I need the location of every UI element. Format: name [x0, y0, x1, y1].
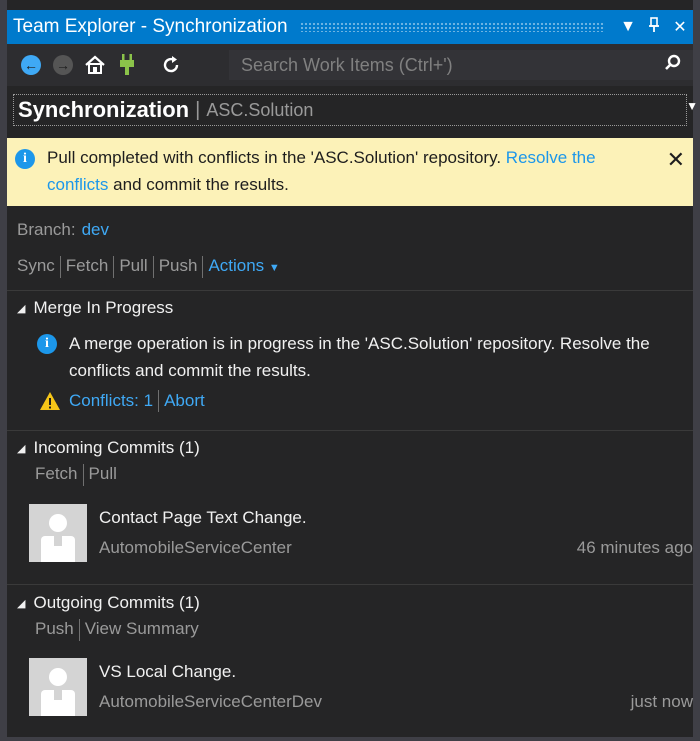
pull-link[interactable]: Pull — [119, 256, 147, 278]
window-title: Team Explorer - Synchronization — [13, 16, 288, 37]
merge-message: i A merge operation is in progress in th… — [37, 330, 669, 384]
section-divider — [7, 430, 693, 431]
actions-menu[interactable]: Actions ▼ — [208, 256, 279, 278]
commit-time: just now — [630, 692, 693, 711]
divider — [152, 256, 154, 278]
chevron-down-icon: ▼ — [268, 262, 280, 274]
connect-button[interactable] — [111, 49, 143, 81]
conflicts-row: Conflicts: 1 Abort — [39, 390, 205, 412]
info-icon: i — [15, 149, 35, 169]
page-selector-dropdown[interactable]: Synchronization | ASC.Solution ▼ — [13, 94, 698, 126]
push-link[interactable]: Push — [159, 256, 198, 278]
header-separator: | — [195, 98, 201, 121]
section-divider — [7, 290, 693, 291]
commit-author: AutomobileServiceCenterDev — [99, 692, 322, 711]
collapse-triangle-icon[interactable]: ◢ — [17, 442, 25, 455]
commit-time: 46 minutes ago — [576, 538, 693, 557]
pin-icon[interactable] — [641, 16, 667, 38]
title-bar-grip[interactable] — [299, 22, 605, 32]
chevron-down-icon[interactable]: ▼ — [686, 99, 698, 113]
outgoing-section-title: Outgoing Commits (1) — [33, 593, 200, 612]
incoming-section-title: Incoming Commits (1) — [33, 438, 200, 457]
sync-link[interactable]: Sync — [17, 256, 55, 278]
divider — [82, 464, 84, 486]
close-notification-icon[interactable]: ✕ — [667, 146, 685, 173]
outgoing-push-link[interactable]: Push — [35, 619, 74, 641]
abort-link[interactable]: Abort — [164, 391, 205, 411]
title-bar: Team Explorer - Synchronization ▼ ✕ — [7, 10, 693, 44]
back-button[interactable]: ← — [15, 49, 47, 81]
forward-arrow-icon: → — [53, 55, 73, 75]
home-button[interactable] — [79, 49, 111, 81]
dropdown-arrow-icon[interactable]: ▼ — [615, 18, 641, 36]
search-box[interactable]: Search Work Items (Ctrl+') — [229, 50, 693, 80]
plug-icon — [120, 54, 134, 75]
collapse-triangle-icon[interactable]: ◢ — [17, 302, 25, 315]
refresh-button[interactable] — [155, 49, 187, 81]
notification-message-end: and commit the results. — [113, 175, 289, 194]
notification-bar: i Pull completed with conflicts in the '… — [7, 138, 693, 206]
close-icon[interactable]: ✕ — [667, 17, 693, 37]
back-arrow-icon: ← — [21, 55, 41, 75]
repository-name: ASC.Solution — [206, 99, 314, 120]
search-icon[interactable] — [653, 54, 693, 77]
incoming-fetch-link[interactable]: Fetch — [35, 464, 78, 486]
commit-item[interactable]: Contact Page Text Change. AutomobileServ… — [29, 504, 693, 566]
conflicts-link[interactable]: Conflicts: 1 — [69, 391, 153, 411]
forward-button[interactable]: → — [47, 49, 79, 81]
outgoing-actions: Push View Summary — [35, 619, 199, 641]
search-input[interactable]: Search Work Items (Ctrl+') — [229, 55, 653, 76]
divider — [59, 256, 61, 278]
divider — [202, 256, 204, 278]
fetch-link[interactable]: Fetch — [66, 256, 109, 278]
section-divider — [7, 584, 693, 585]
divider — [158, 390, 160, 412]
divider — [113, 256, 115, 278]
team-explorer-window: Team Explorer - Synchronization ▼ ✕ ← → … — [0, 0, 700, 741]
outgoing-section-header[interactable]: ◢ Outgoing Commits (1) — [17, 593, 200, 613]
collapse-triangle-icon[interactable]: ◢ — [17, 597, 25, 610]
notification-text: Pull completed with conflicts in the 'AS… — [47, 144, 647, 198]
commit-item[interactable]: VS Local Change. AutomobileServiceCenter… — [29, 658, 693, 720]
divider — [78, 619, 80, 641]
incoming-pull-link[interactable]: Pull — [89, 464, 117, 486]
avatar — [29, 504, 87, 562]
merge-message-text: A merge operation is in progress in the … — [69, 334, 650, 380]
refresh-icon — [163, 56, 179, 73]
commit-message: VS Local Change. — [99, 662, 237, 681]
page-title: Synchronization — [18, 97, 190, 122]
incoming-actions: Fetch Pull — [35, 464, 117, 486]
view-summary-link[interactable]: View Summary — [85, 619, 199, 641]
branch-link[interactable]: dev — [82, 220, 109, 239]
home-icon — [85, 55, 105, 74]
sync-actions: Sync Fetch Pull Push Actions ▼ — [17, 256, 280, 278]
branch-label: Branch: — [17, 220, 76, 239]
commit-message: Contact Page Text Change. — [99, 508, 307, 527]
warning-icon — [39, 391, 61, 411]
commit-author: AutomobileServiceCenter — [99, 538, 292, 557]
merge-section-title: Merge In Progress — [33, 298, 174, 317]
actions-label: Actions — [208, 256, 265, 275]
incoming-section-header[interactable]: ◢ Incoming Commits (1) — [17, 438, 200, 458]
toolbar: ← → Search Work Items (Ctrl+') — [7, 44, 693, 86]
merge-section-header[interactable]: ◢ Merge In Progress — [17, 298, 173, 318]
info-icon: i — [37, 334, 57, 354]
branch-row: Branch: dev — [17, 220, 109, 240]
avatar — [29, 658, 87, 716]
notification-message: Pull completed with conflicts in the 'AS… — [47, 148, 502, 167]
